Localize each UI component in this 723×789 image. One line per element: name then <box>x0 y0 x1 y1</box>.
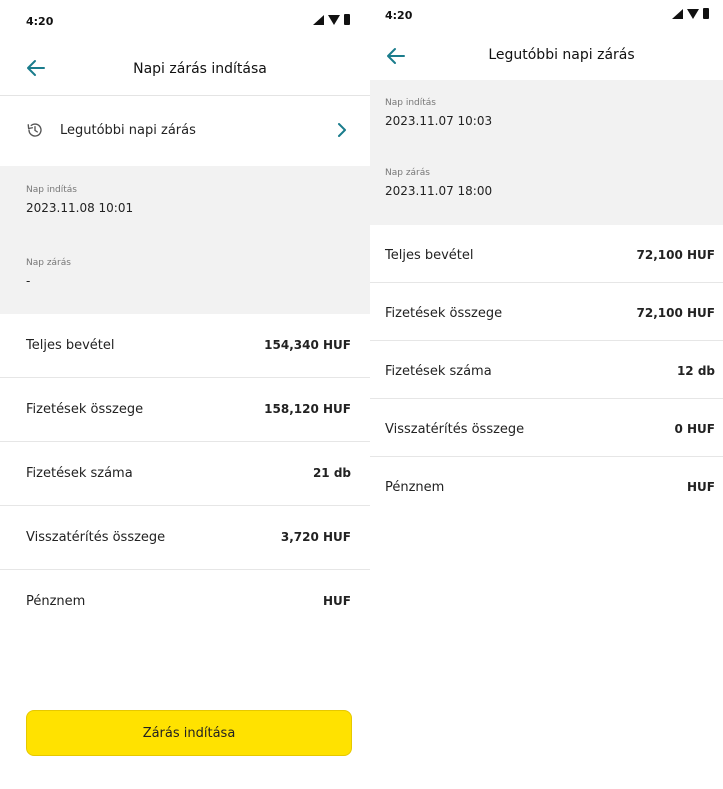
stat-label: Fizetések összege <box>26 402 144 417</box>
day-info-panel: Nap indítás 2023.11.08 10:01 Nap zárás - <box>0 166 370 314</box>
stat-label: Visszatérítés összege <box>26 530 166 545</box>
field-label: Nap indítás <box>26 185 77 195</box>
stat-label: Pénznem <box>26 594 86 609</box>
page-title: Legutóbbi napi zárás <box>488 47 635 63</box>
latest-closing-screen: 4:20 Legutóbbi napi zárás Nap indítás 20… <box>370 0 723 789</box>
stat-value: 0 HUF <box>674 422 715 436</box>
stat-row: Fizetések száma 21 db <box>0 442 370 506</box>
field-value: 2023.11.08 10:01 <box>26 201 134 215</box>
stat-row: Pénznem HUF <box>370 457 723 515</box>
stat-value: 3,720 HUF <box>280 530 351 544</box>
field-value: - <box>26 274 31 288</box>
stat-label: Visszatérítés összege <box>385 422 525 437</box>
stat-value: 12 db <box>676 364 715 378</box>
stat-value: HUF <box>323 594 351 608</box>
stat-value: 72,100 HUF <box>636 306 715 320</box>
signal-icon <box>313 14 324 25</box>
stat-label: Fizetések száma <box>385 364 492 379</box>
stat-row: Fizetések összege 158,120 HUF <box>0 378 370 442</box>
app-bar: Napi zárás indítása <box>0 40 370 96</box>
stats-list: Teljes bevétel 72,100 HUF Fizetések össz… <box>370 225 723 515</box>
stat-row: Teljes bevétel 72,100 HUF <box>370 225 723 283</box>
battery-icon <box>344 14 350 25</box>
page-title: Napi zárás indítása <box>133 61 267 77</box>
stats-list: Teljes bevétel 154,340 HUF Fizetések öss… <box>0 314 370 634</box>
field-label: Nap zárás <box>26 258 71 268</box>
stat-value: 72,100 HUF <box>636 248 715 262</box>
stat-row: Pénznem HUF <box>0 570 370 634</box>
stat-label: Teljes bevétel <box>26 338 115 353</box>
stat-value: 154,340 HUF <box>264 338 351 352</box>
day-start-field: Nap indítás 2023.11.08 10:01 <box>0 185 370 258</box>
stat-label: Fizetések száma <box>26 466 133 481</box>
status-icons <box>313 14 350 25</box>
stat-row: Fizetések száma 12 db <box>370 341 723 399</box>
status-time: 4:20 <box>26 15 54 28</box>
day-start-field: Nap indítás 2023.11.07 10:03 <box>370 98 723 168</box>
chevron-right-icon <box>338 123 346 137</box>
stat-value: HUF <box>687 480 715 494</box>
stat-label: Fizetések összege <box>385 306 503 321</box>
stat-row: Fizetések összege 72,100 HUF <box>370 283 723 341</box>
stat-label: Pénznem <box>385 480 445 495</box>
field-label: Nap indítás <box>385 98 436 108</box>
status-time: 4:20 <box>385 9 413 22</box>
stat-row: Visszatérítés összege 0 HUF <box>370 399 723 457</box>
stat-label: Teljes bevétel <box>385 248 474 263</box>
stat-value: 21 db <box>312 466 351 480</box>
battery-icon <box>703 8 709 19</box>
stat-value: 158,120 HUF <box>264 402 351 416</box>
status-bar: 4:20 <box>0 0 370 40</box>
stat-row: Visszatérítés összege 3,720 HUF <box>0 506 370 570</box>
stat-row: Teljes bevétel 154,340 HUF <box>0 314 370 378</box>
app-bar: Legutóbbi napi zárás <box>370 32 723 80</box>
history-icon <box>27 123 42 137</box>
wifi-icon <box>687 8 699 19</box>
start-closing-screen: 4:20 Napi zárás indítása Legutóbbi napi … <box>0 0 370 789</box>
field-value: 2023.11.07 18:00 <box>385 184 493 198</box>
field-label: Nap zárás <box>385 168 430 178</box>
latest-closing-link[interactable]: Legutóbbi napi zárás <box>0 96 370 166</box>
latest-closing-label: Legutóbbi napi zárás <box>60 123 196 138</box>
day-info-panel: Nap indítás 2023.11.07 10:03 Nap zárás 2… <box>370 80 723 225</box>
start-closing-button[interactable]: Zárás indítása <box>26 710 352 756</box>
field-value: 2023.11.07 10:03 <box>385 114 493 128</box>
wifi-icon <box>328 14 340 25</box>
status-icons <box>672 8 709 19</box>
signal-icon <box>672 8 683 19</box>
